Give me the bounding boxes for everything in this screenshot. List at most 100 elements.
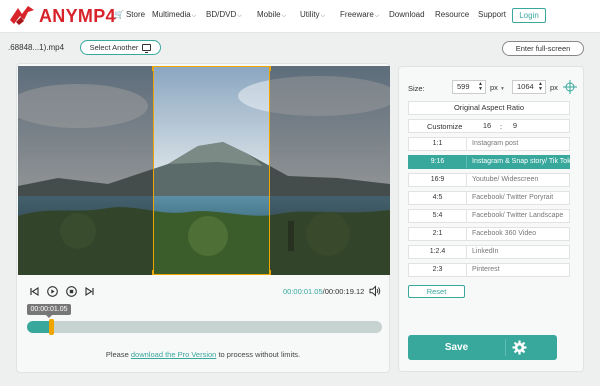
login-button[interactable]: Login [512,8,546,23]
crop-handle-bottom-left[interactable] [152,270,158,275]
gear-icon[interactable] [512,340,527,355]
timeline-progress [27,321,51,333]
crop-mask-left [18,66,153,275]
enter-fullscreen-button[interactable]: Enter full-screen [502,41,584,56]
top-navigation: ANYMP4 🛒 Store Multimedia⌵ BD/DVD⌵ Mobile… [0,0,600,33]
timeline-handle[interactable] [49,319,54,335]
custom-width-input[interactable]: 16 [476,121,498,131]
width-value: 599 [457,82,470,91]
nav-item-store[interactable]: 🛒 Store [114,10,145,19]
height-input[interactable]: 1064 ▲ ▼ [512,80,546,94]
custom-height-input[interactable]: 9 [504,121,526,131]
original-aspect-ratio-button[interactable]: Original Aspect Ratio [408,101,570,115]
time-display: 00:00:01.05/00:00:19.12 [283,287,364,296]
nav-item-label: Resource [435,10,470,19]
nav-item-label: Support [478,10,507,19]
play-icon[interactable] [47,286,58,297]
ratio-preset-name: Facebook/ Twitter Landscape [472,212,564,219]
nav-item-label: Mobile [257,10,281,19]
ratio-option[interactable]: 2:1 Facebook 360 Video [408,227,570,241]
select-another-button[interactable]: Select Another [80,40,161,55]
volume-icon[interactable] [369,285,381,297]
ratio-preset-name: Instagram & Snap story/ Tik Tok [472,158,571,165]
nav-item-label: Store [125,10,146,19]
file-name: .68848...1).mp4 [8,43,65,52]
ratio-preset-name: Facebook/ Twitter Poryrait [472,194,554,201]
pro-version-link[interactable]: download the Pro Version [131,350,216,359]
video-preview [18,66,390,275]
ratio-preset-name: Youtube/ Widescreen [472,176,539,183]
crop-handle-top-left[interactable] [152,66,158,71]
ratio-divider [466,174,467,186]
ratio-option-active[interactable]: 9:16 Instagram & Snap story/ Tik Tok [408,155,571,169]
ratio-option[interactable]: 4:5 Facebook/ Twitter Poryrait [408,191,570,205]
ratio-value: 16:9 [430,176,445,183]
chevron-down-icon: ⌵ [320,13,326,19]
note-prefix: Please [105,350,131,359]
ratio-value: 5:4 [432,212,443,219]
crop-handle-bottom-right[interactable] [265,270,271,275]
ratio-option[interactable]: 1:2.4 LinkedIn [408,245,570,259]
chevron-down-icon: ⌵ [191,13,197,19]
nav-item-freeware[interactable]: Freeware⌵ [340,10,379,20]
width-unit-label: px [490,83,498,92]
ratio-option[interactable]: 5:4 Facebook/ Twitter Landscape [408,209,570,223]
save-button-group: Save [408,335,557,360]
nav-item-multimedia[interactable]: Multimedia⌵ [152,10,196,20]
ratio-divider [466,192,467,204]
ratio-divider [466,264,467,276]
nav-item-label: Utility [300,10,320,19]
time-tooltip: 00:00:01.05 [27,304,71,315]
nav-item-utility[interactable]: Utility⌵ [300,10,325,20]
width-stepper-icon[interactable]: ▲ ▼ [478,82,483,92]
ratio-option[interactable]: 1:1 Instagram post [408,137,570,151]
ratio-value: 1:2.4 [429,248,446,255]
cart-icon: 🛒 [114,10,124,19]
nav-item-support[interactable]: Support [478,10,506,19]
monitor-icon [142,44,152,53]
ratio-option[interactable]: 2:3 Pinterest [408,263,570,277]
logo-bird-icon [10,6,34,25]
crop-handle-top-right[interactable] [265,66,271,71]
save-button[interactable]: Save [408,335,505,360]
time-tooltip-arrow [46,315,52,318]
chevron-down-icon: ⌵ [374,13,380,19]
save-divider [505,339,506,356]
ratio-divider [466,156,467,168]
ratio-preset-name: LinkedIn [472,248,499,255]
brand-logo[interactable]: ANYMP4 [8,3,118,29]
nav-item-download[interactable]: Download [389,10,425,19]
reset-button[interactable]: Reset [408,285,465,298]
custom-ratio-separator: : [500,122,503,131]
ratio-divider [466,228,467,240]
nav-item-bd-dvd[interactable]: BD/DVD⌵ [206,10,242,20]
nav-item-label: BD/DVD [206,10,237,19]
fast-forward-icon[interactable] [84,286,95,297]
ratio-option[interactable]: 16:9 Youtube/ Widescreen [408,173,570,187]
rewind-icon[interactable] [29,286,40,297]
ratio-preset-name: Facebook 360 Video [472,230,537,237]
chevron-down-icon: ⌵ [237,13,242,19]
center-crosshair-icon[interactable] [563,80,577,94]
width-input[interactable]: 599 ▲ ▼ [452,80,486,94]
nav-item-resource[interactable]: Resource [435,10,469,19]
note-suffix: to process without limits. [216,350,301,359]
timeline-track[interactable] [27,321,382,333]
current-time: 00:00:01.05 [283,287,323,296]
height-value: 1064 [517,82,534,91]
stop-icon[interactable] [66,286,77,297]
ratio-value: 2:3 [432,266,443,273]
nav-item-label: Download [389,10,425,19]
nav-item-label: Freeware [340,10,374,19]
height-stepper-icon[interactable]: ▲ ▼ [538,82,543,92]
nav-item-mobile[interactable]: Mobile⌵ [257,10,286,20]
chevron-down-icon: ▼ [500,86,505,92]
height-unit-label: px [550,83,558,92]
select-another-label: Select Another [89,43,139,52]
ratio-value: 1:1 [432,140,443,147]
size-label: Size: [408,84,425,93]
crop-frame[interactable] [152,66,271,275]
ratio-divider [466,138,467,150]
ratio-value: 4:5 [432,194,443,201]
width-unit[interactable]: px ▼ [490,83,505,92]
